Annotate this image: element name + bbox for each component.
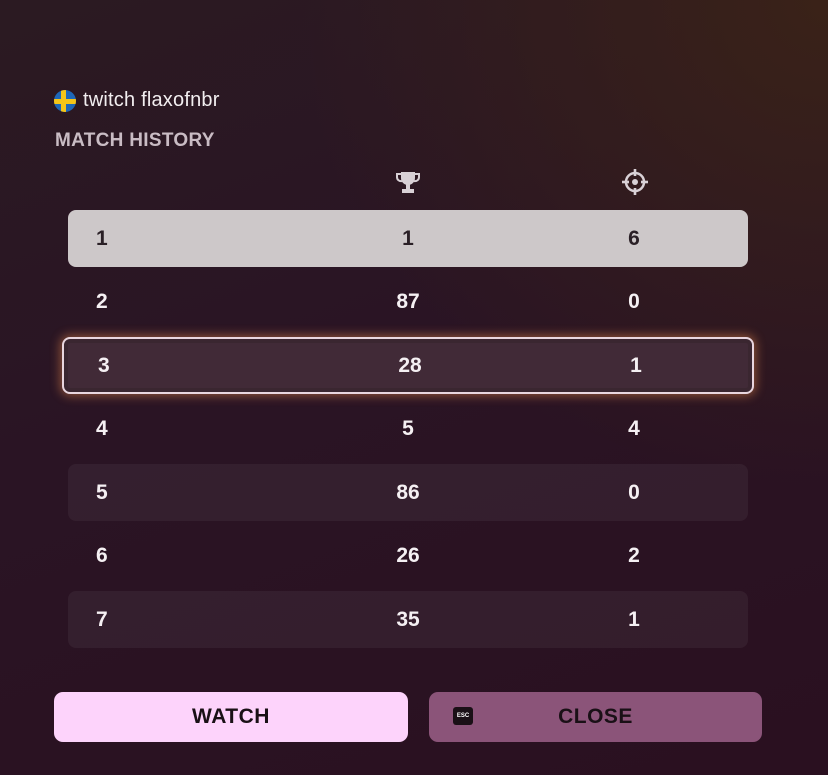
crosshair-icon xyxy=(622,169,648,195)
match-eliminations: 0 xyxy=(628,480,640,504)
match-placement: 35 xyxy=(396,607,420,631)
sweden-flag-icon xyxy=(54,89,76,112)
close-button[interactable]: ESC CLOSE xyxy=(429,692,762,742)
section-title: MATCH HISTORY xyxy=(55,130,215,151)
match-row[interactable]: 5 86 0 xyxy=(68,464,748,521)
match-eliminations: 6 xyxy=(628,226,640,250)
match-placement: 1 xyxy=(402,226,414,250)
match-placement: 26 xyxy=(396,544,420,567)
match-placement: 28 xyxy=(398,353,422,377)
watch-button-label: WATCH xyxy=(192,705,270,728)
match-eliminations: 4 xyxy=(628,417,640,440)
match-index: 6 xyxy=(96,544,108,567)
match-row[interactable]: 2 87 0 xyxy=(68,274,748,331)
match-placement: 86 xyxy=(396,480,420,504)
match-index: 2 xyxy=(96,290,108,313)
esc-key-icon: ESC xyxy=(453,707,473,725)
match-row[interactable]: 6 26 2 xyxy=(68,528,748,585)
match-placement: 5 xyxy=(402,417,414,440)
match-index: 4 xyxy=(96,417,108,440)
match-eliminations: 1 xyxy=(630,353,642,377)
match-index: 7 xyxy=(96,607,108,631)
match-eliminations: 1 xyxy=(628,607,640,631)
match-index: 3 xyxy=(98,353,110,377)
match-row[interactable]: 1 1 6 xyxy=(68,210,748,267)
match-row-selected[interactable]: 3 28 1 xyxy=(62,337,754,394)
trophy-icon xyxy=(396,172,420,193)
match-eliminations: 0 xyxy=(628,290,640,313)
match-row[interactable]: 4 5 4 xyxy=(68,401,748,458)
match-eliminations: 2 xyxy=(628,544,640,567)
match-row[interactable]: 7 35 1 xyxy=(68,591,748,648)
close-button-label: CLOSE xyxy=(558,705,633,728)
match-index: 1 xyxy=(96,226,108,250)
match-index: 5 xyxy=(96,480,108,504)
player-name: twitch flaxofnbr xyxy=(83,89,220,111)
player-header: twitch flaxofnbr xyxy=(54,89,220,112)
match-placement: 87 xyxy=(396,290,420,313)
watch-button[interactable]: WATCH xyxy=(54,692,408,742)
match-history-table: 1 1 6 2 87 0 3 28 1 4 5 4 5 86 0 6 26 2 … xyxy=(62,210,754,655)
